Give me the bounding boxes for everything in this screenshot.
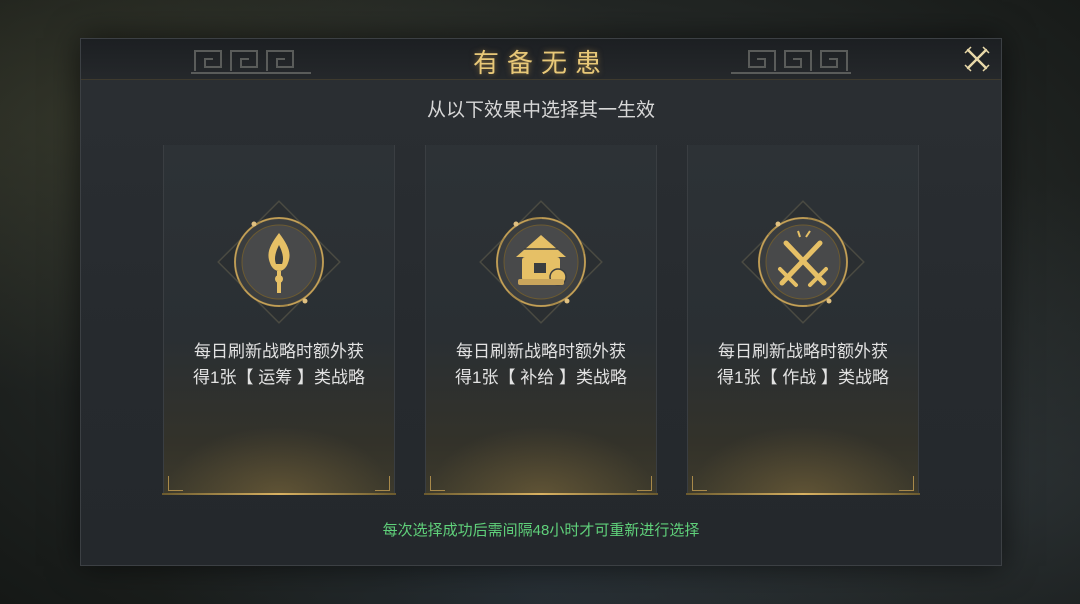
option-card-strategy[interactable]: 每日刷新战略时额外获 得1张【 运筹 】类战略 xyxy=(162,145,396,495)
card-description: 每日刷新战略时额外获 得1张【 补给 】类战略 xyxy=(444,339,638,391)
card-desc-line: 每日刷新战略时额外获 xyxy=(456,342,626,361)
card-glow xyxy=(688,425,918,495)
card-corner-ornament xyxy=(899,476,914,491)
card-desc-line: 得1张【 补给 】类战略 xyxy=(455,368,627,387)
title-bar: 有备无患 xyxy=(81,39,1001,80)
card-desc-line: 得1张【 作战 】类战略 xyxy=(717,368,889,387)
meander-ornament-icon xyxy=(731,50,851,74)
dialog-title: 有备无患 xyxy=(472,49,609,79)
card-desc-line: 得1张【 运筹 】类战略 xyxy=(193,368,365,387)
card-corner-ornament xyxy=(637,476,652,491)
card-description: 每日刷新战略时额外获 得1张【 运筹 】类战略 xyxy=(182,339,376,391)
card-description: 每日刷新战略时额外获 得1张【 作战 】类战略 xyxy=(706,339,900,391)
card-desc-line: 每日刷新战略时额外获 xyxy=(194,342,364,361)
card-corner-ornament xyxy=(168,476,183,491)
card-corner-ornament xyxy=(430,476,445,491)
option-card-combat[interactable]: 每日刷新战略时额外获 得1张【 作战 】类战略 xyxy=(686,145,920,495)
close-icon[interactable] xyxy=(961,43,993,75)
dialog-subtitle: 从以下效果中选择其一生效 xyxy=(426,100,655,121)
cooldown-note: 每次选择成功后需间隔48小时才可重新进行选择 xyxy=(382,522,700,539)
card-desc-line: 每日刷新战略时额外获 xyxy=(718,342,888,361)
supply-granary-icon xyxy=(479,200,603,324)
card-glow xyxy=(426,425,656,495)
option-card-supply[interactable]: 每日刷新战略时额外获 得1张【 补给 】类战略 xyxy=(424,145,658,495)
choice-dialog: 有备无患 从以下效果中选择其一生效 每日刷新战略时额外获 得1张【 运筹 】类战… xyxy=(80,38,1002,566)
card-corner-ornament xyxy=(692,476,707,491)
card-corner-ornament xyxy=(375,476,390,491)
crossed-swords-icon xyxy=(741,200,865,324)
flame-torch-icon xyxy=(217,200,341,324)
card-glow xyxy=(164,425,394,495)
